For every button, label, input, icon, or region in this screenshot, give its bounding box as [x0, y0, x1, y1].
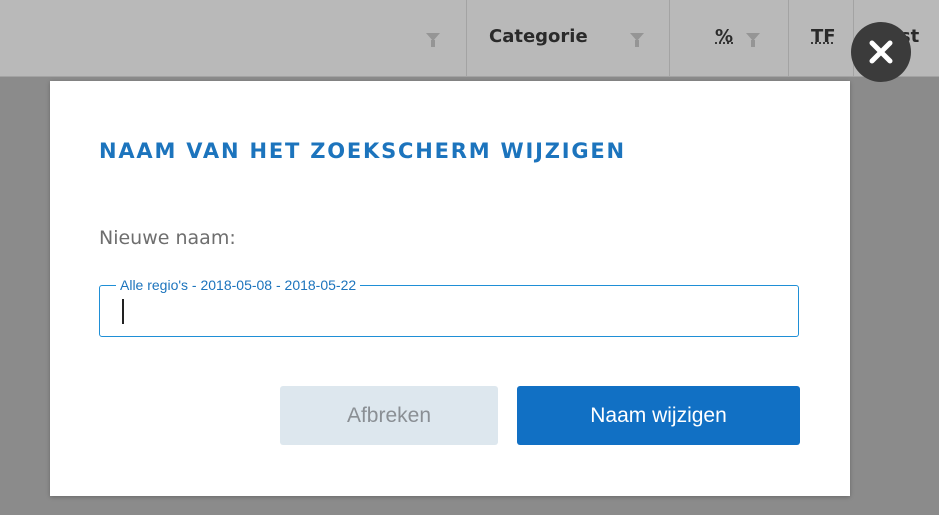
input-floating-label: Alle regio's - 2018-05-08 - 2018-05-22 [116, 276, 361, 294]
close-icon [869, 40, 893, 64]
new-name-field[interactable]: Alle regio's - 2018-05-08 - 2018-05-22 [99, 276, 799, 337]
new-name-input[interactable] [114, 298, 774, 324]
filter-icon[interactable] [630, 33, 644, 47]
filter-icon[interactable] [426, 33, 440, 47]
column-header-unnamed[interactable] [0, 0, 466, 76]
rename-dialog: NAAM VAN HET ZOEKSCHERM WIJZIGEN Nieuwe … [50, 81, 850, 496]
column-header-percent[interactable]: % [669, 0, 788, 76]
text-caret [122, 299, 124, 324]
filter-icon[interactable] [746, 33, 760, 47]
column-label: Categorie [489, 26, 588, 47]
column-header-tf[interactable]: TF [788, 0, 853, 76]
column-header-categorie[interactable]: Categorie [466, 0, 669, 76]
cancel-button[interactable]: Afbreken [280, 386, 498, 445]
dialog-title: NAAM VAN HET ZOEKSCHERM WIJZIGEN [99, 139, 626, 163]
close-button[interactable] [851, 22, 911, 82]
table-header: Categorie % TF Best [0, 0, 939, 77]
column-label: TF [811, 26, 836, 47]
new-name-label: Nieuwe naam: [99, 227, 236, 249]
rename-button[interactable]: Naam wijzigen [517, 386, 800, 445]
column-label: % [715, 26, 734, 47]
